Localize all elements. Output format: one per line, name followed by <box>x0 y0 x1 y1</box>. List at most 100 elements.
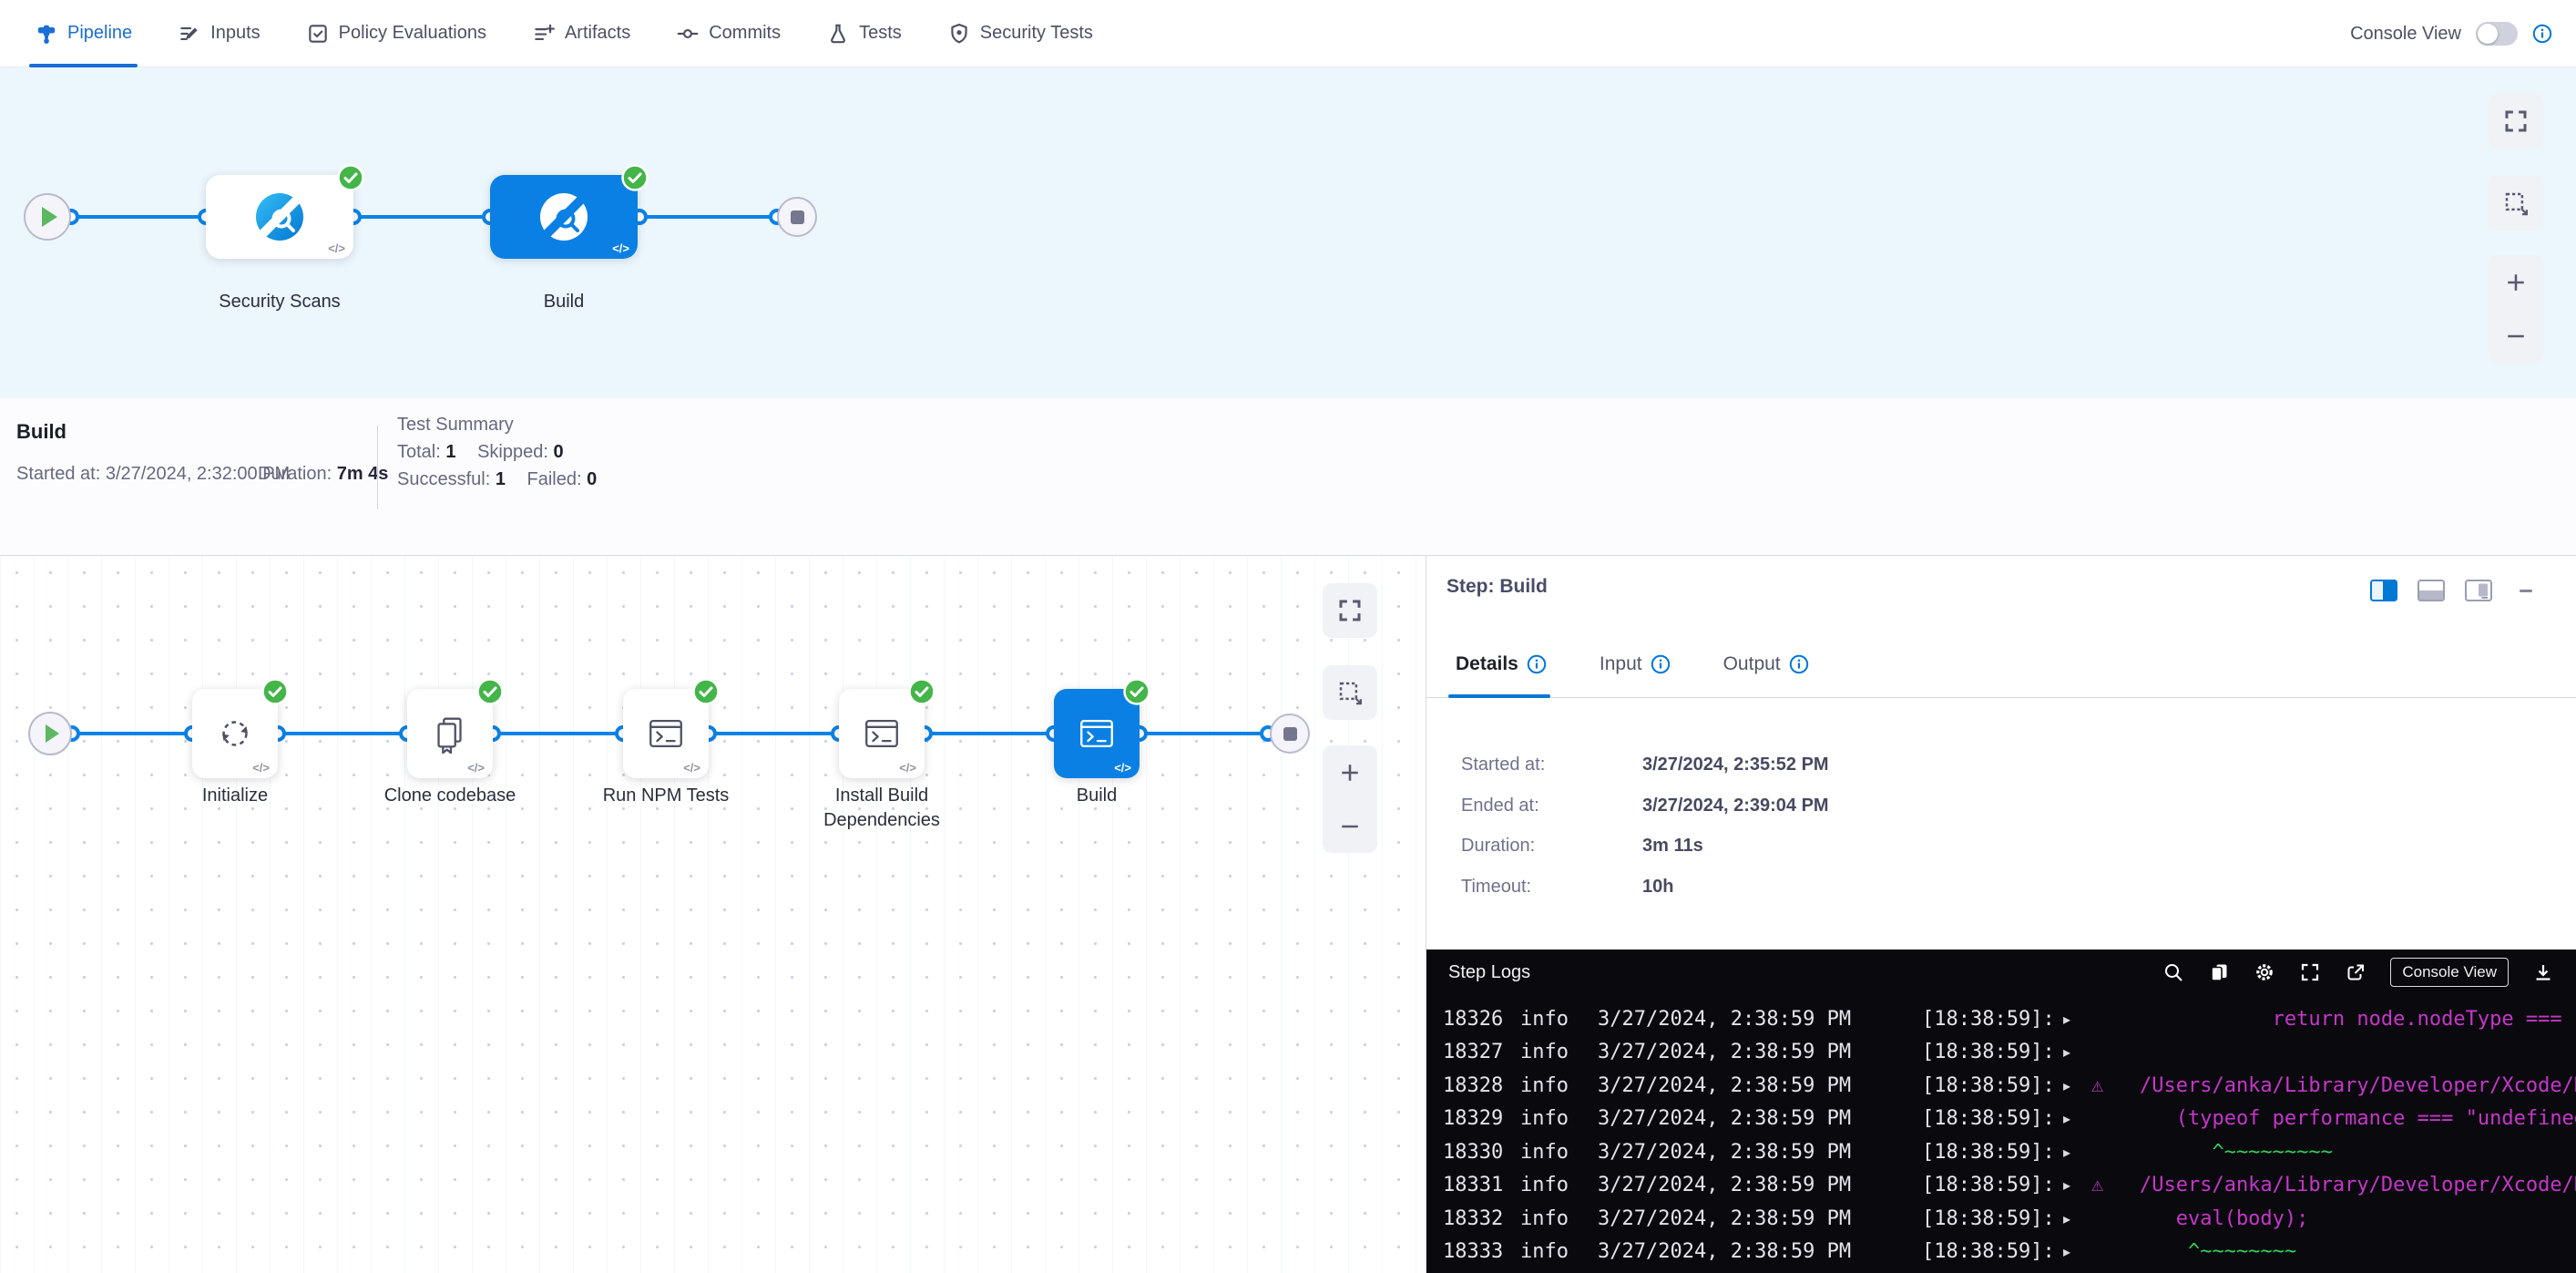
canvas-fit-selection-button[interactable] <box>1323 665 1377 720</box>
pipeline-execution-page: Pipeline Inputs Policy Evaluations Artif… <box>0 0 2576 1273</box>
step-node-install-build-dependencies[interactable]: </> <box>839 689 925 778</box>
edge-line <box>1140 732 1268 735</box>
canvas-fullscreen-button[interactable] <box>1323 583 1377 638</box>
detail-label: Started at: <box>1461 755 1545 775</box>
success-check-icon <box>476 678 504 705</box>
step-panel-tabs: Details Input Output <box>1426 631 2576 698</box>
floating-layout-icon[interactable] <box>2465 580 2492 601</box>
success-check-icon <box>692 678 720 705</box>
canvas-fit-selection-button[interactable] <box>2489 176 2543 231</box>
step-node-clone-codebase[interactable]: </> <box>407 689 493 778</box>
tab-policy-evaluations[interactable]: Policy Evaluations <box>306 0 486 67</box>
step-logs-header: Step Logs Console View <box>1426 950 2576 995</box>
info-icon[interactable] <box>1789 654 1809 674</box>
step-label: Run NPM Tests <box>547 784 784 808</box>
info-icon[interactable] <box>2532 24 2552 44</box>
detail-label: Duration: <box>1461 836 1535 857</box>
tab-label: Tests <box>859 23 902 44</box>
plus-icon <box>1337 760 1363 785</box>
split-right-layout-icon[interactable] <box>2370 580 2397 601</box>
log-expand-caret[interactable]: ▸ <box>2063 1105 2070 1133</box>
log-timestamp: 3/27/2024, 2:38:59 PM <box>1598 1105 1851 1133</box>
tab-commits[interactable]: Commits <box>676 0 781 67</box>
step-logs-body[interactable]: 18326 info 3/27/2024, 2:38:59 PM [18:38:59]… <box>1426 995 2576 1273</box>
tab-output[interactable]: Output <box>1723 653 1809 675</box>
step-node-run-npm-tests[interactable]: </> <box>623 689 709 778</box>
detail-label: Timeout: <box>1461 877 1531 898</box>
started-at-text: Started at: 3/27/2024, 2:32:00 PM <box>16 464 290 485</box>
log-message: ^~~~~~~~~~ <box>2091 1139 2576 1166</box>
download-icon[interactable] <box>2532 961 2554 983</box>
stop-icon <box>1283 727 1297 741</box>
tab-label: Input <box>1600 653 1642 675</box>
duration-text: Duration: 7m 4s <box>258 464 388 485</box>
log-expand-caret[interactable]: ▸ <box>2063 1039 2070 1066</box>
log-time: [18:38:59]: <box>1922 1073 2055 1100</box>
log-expand-caret[interactable]: ▸ <box>2063 1172 2070 1199</box>
log-level: info <box>1520 1172 1569 1199</box>
canvas-fullscreen-button[interactable] <box>2489 94 2543 149</box>
edge-line <box>709 732 839 735</box>
log-line-number: 18331 <box>1443 1172 1503 1199</box>
tab-pipeline[interactable]: Pipeline <box>35 0 132 67</box>
log-expand-caret[interactable]: ▸ <box>2063 1006 2070 1033</box>
fullscreen-icon[interactable] <box>2299 961 2321 983</box>
open-in-new-icon[interactable] <box>2345 961 2366 983</box>
edge-line <box>72 732 192 735</box>
failed-label: Failed: <box>527 469 582 489</box>
zoom-out-button[interactable] <box>1323 799 1377 853</box>
log-line-number: 18326 <box>1443 1006 1503 1033</box>
marquee-select-icon <box>2502 190 2530 217</box>
zoom-out-button[interactable] <box>2489 309 2543 363</box>
edge-line <box>639 215 777 219</box>
tab-security-tests[interactable]: Security Tests <box>947 0 1093 67</box>
stage-node-security-scans[interactable]: </> <box>206 175 353 259</box>
console-view-toggle[interactable] <box>2476 22 2518 46</box>
tab-input[interactable]: Input <box>1600 653 1671 675</box>
stage-graph-canvas[interactable]: </> </> Security Scans Build <box>0 67 2576 398</box>
log-level: info <box>1520 1206 1569 1233</box>
log-expand-caret[interactable]: ▸ <box>2063 1139 2070 1166</box>
step-node-initialize[interactable]: </> <box>192 689 278 778</box>
tab-inputs[interactable]: Inputs <box>178 0 260 67</box>
shield-icon <box>947 22 971 46</box>
settings-gear-icon[interactable] <box>2254 961 2275 983</box>
log-message: eval(body); <box>2091 1206 2576 1233</box>
step-details-panel: Step: Build Details Input Output Start <box>1426 556 2576 1273</box>
zoom-in-button[interactable] <box>1323 745 1377 799</box>
step-graph-canvas[interactable]: </> </> </> </> <box>0 556 1426 1273</box>
log-timestamp: 3/27/2024, 2:38:59 PM <box>1598 1039 1851 1066</box>
step-label: Clone codebase <box>332 784 568 808</box>
console-view-button[interactable]: Console View <box>2390 958 2509 987</box>
stage-node-build[interactable]: </> <box>490 175 638 259</box>
stage-title: Build <box>16 420 66 444</box>
log-row: 18326info3/27/2024, 2:38:59 PM[18:38:59]… <box>1426 1006 2576 1033</box>
search-icon[interactable] <box>2162 961 2184 983</box>
code-view-icon: </> <box>1114 761 1131 775</box>
log-expand-caret[interactable]: ▸ <box>2063 1206 2070 1233</box>
log-level: info <box>1520 1238 1569 1266</box>
total-label: Total: <box>397 442 441 462</box>
split-bottom-layout-icon[interactable] <box>2418 580 2445 601</box>
zoom-in-button[interactable] <box>2489 255 2543 309</box>
tab-label: Policy Evaluations <box>339 23 486 44</box>
log-expand-caret[interactable]: ▸ <box>2063 1238 2070 1266</box>
log-time: [18:38:59]: <box>1922 1139 2055 1166</box>
log-row: 18330info3/27/2024, 2:38:59 PM[18:38:59]… <box>1426 1139 2576 1166</box>
info-icon[interactable] <box>1651 654 1671 674</box>
tab-tests[interactable]: Tests <box>826 0 902 67</box>
canvas-zoom-controls <box>1323 745 1377 853</box>
info-icon[interactable] <box>1527 654 1547 674</box>
terminal-icon <box>645 713 687 755</box>
minimize-panel-icon[interactable] <box>2512 580 2540 601</box>
tab-details[interactable]: Details <box>1456 653 1547 675</box>
step-node-build[interactable]: </> <box>1054 689 1140 778</box>
code-view-icon: </> <box>328 241 345 255</box>
copy-icon[interactable] <box>2208 961 2230 983</box>
pipeline-start-node <box>24 193 71 241</box>
success-check-icon <box>1123 678 1150 705</box>
security-scan-stage-icon <box>538 191 589 242</box>
log-expand-caret[interactable]: ▸ <box>2063 1073 2070 1100</box>
tab-artifacts[interactable]: Artifacts <box>532 0 630 67</box>
build-summary-bar: Build Started at: 3/27/2024, 2:32:00 PM … <box>0 398 2576 556</box>
